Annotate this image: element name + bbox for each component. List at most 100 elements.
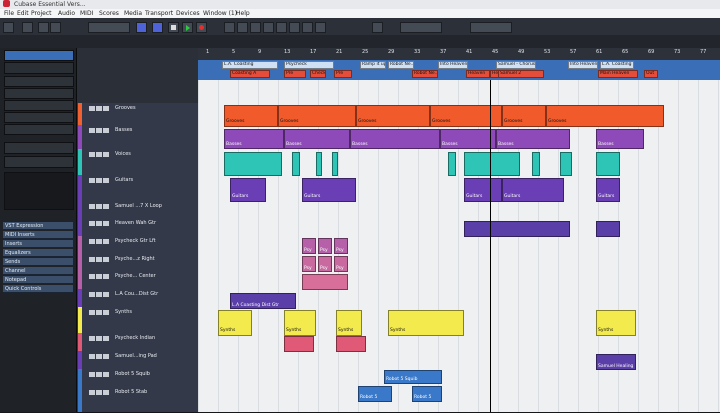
track-samuel-pad[interactable]: Samuel...ing Pad xyxy=(77,351,198,370)
play-button[interactable] xyxy=(182,22,193,33)
menu-window[interactable]: Window (1) xyxy=(203,10,237,17)
track-buttons[interactable] xyxy=(89,354,110,361)
menu-devices[interactable]: Devices xyxy=(176,10,200,17)
audio-part-indian[interactable] xyxy=(284,336,314,352)
audio-part-voices[interactable] xyxy=(448,152,456,176)
audio-part-psycheck[interactable] xyxy=(302,274,348,290)
audio-part-voices[interactable] xyxy=(560,152,572,176)
track-robot-squib[interactable]: Robot 5 Squib xyxy=(77,369,198,388)
audio-part-grooves[interactable]: Grooves xyxy=(278,105,356,127)
section-equalizers[interactable]: Equalizers xyxy=(3,249,73,257)
show-inspector-button[interactable] xyxy=(38,22,49,33)
audio-part-voices[interactable] xyxy=(596,152,620,176)
marker-bottom[interactable]: Main Heaven xyxy=(598,70,638,78)
stop-button[interactable] xyxy=(168,22,179,33)
audio-part-basses[interactable]: Basses xyxy=(224,129,284,149)
midi-part-synths[interactable]: Synths xyxy=(596,310,636,336)
track-buttons[interactable] xyxy=(89,239,110,246)
marker-bottom[interactable]: Samuel 2 xyxy=(498,70,544,78)
track-buttons[interactable] xyxy=(89,372,110,379)
audio-part-voices[interactable] xyxy=(532,152,540,176)
audio-part-grooves[interactable]: Grooves xyxy=(430,105,502,127)
track-buttons[interactable] xyxy=(89,152,110,159)
marker-top[interactable]: Samuel - Chorus xyxy=(496,61,536,69)
menu-project[interactable]: Project xyxy=(31,10,52,17)
audio-part-heaven-wah[interactable] xyxy=(596,221,620,237)
pan-slider[interactable] xyxy=(4,88,74,99)
menu-transport[interactable]: Transport xyxy=(145,10,173,17)
audio-part-basses[interactable]: Basses xyxy=(284,129,350,149)
draw-tool[interactable] xyxy=(315,22,326,33)
menu-help[interactable]: Help xyxy=(236,10,250,17)
midi-part-robot-stab[interactable]: Robot 5 xyxy=(412,386,442,402)
grid-type-select[interactable] xyxy=(400,22,442,33)
marker-top[interactable]: Robot Ne... xyxy=(388,61,414,69)
audio-part-basses[interactable]: Basses xyxy=(496,129,570,149)
track-guitars[interactable]: Guitars xyxy=(77,175,198,202)
audio-part-heaven-wah[interactable] xyxy=(464,221,570,237)
section-midi-inserts[interactable]: MIDI Inserts xyxy=(3,231,73,239)
midi-part-synths[interactable]: Synths xyxy=(218,310,252,336)
split-tool[interactable] xyxy=(250,22,261,33)
audio-part-psycheck[interactable]: Psy xyxy=(318,256,332,272)
record-button[interactable] xyxy=(196,22,207,33)
event-display[interactable]: Grooves Grooves Grooves Grooves Grooves … xyxy=(198,80,720,412)
audio-part-basses[interactable]: Basses xyxy=(596,129,644,149)
audio-part-voices[interactable] xyxy=(464,152,520,176)
audio-part-psycheck[interactable]: Psy xyxy=(334,238,348,254)
quantize-select[interactable] xyxy=(470,22,512,33)
track-heaven-wah[interactable]: Heaven Wah Gtr xyxy=(77,218,198,237)
audio-part-basses[interactable]: Basses xyxy=(350,129,440,149)
audio-part-psycheck[interactable]: Psy xyxy=(302,238,316,254)
activate-project-button[interactable] xyxy=(3,22,14,33)
audio-part-psycheck[interactable]: Psy xyxy=(318,238,332,254)
section-sends[interactable]: Sends xyxy=(3,258,73,266)
track-buttons[interactable] xyxy=(89,178,110,185)
section-vst-expression[interactable]: VST Expression xyxy=(3,222,73,230)
erase-tool[interactable] xyxy=(276,22,287,33)
audio-part-voices[interactable] xyxy=(224,152,282,176)
marker-bottom[interactable]: Coasting A xyxy=(230,70,270,78)
marker-top[interactable]: Into Heaven xyxy=(438,61,468,69)
inspector-track-name[interactable] xyxy=(4,50,74,61)
track-buttons[interactable] xyxy=(89,336,110,343)
track-synths[interactable]: Synths xyxy=(77,307,198,334)
marker-top[interactable]: Ramp it up xyxy=(360,61,386,69)
track-buttons[interactable] xyxy=(89,204,110,211)
track-psycheck-indian[interactable]: Psycheck Indian xyxy=(77,333,198,352)
object-selection-tool[interactable] xyxy=(224,22,235,33)
audio-part-psycheck[interactable]: Psy xyxy=(334,256,348,272)
audio-part-voices[interactable] xyxy=(332,152,338,176)
marker-bottom[interactable]: Out xyxy=(644,70,658,78)
show-info-button[interactable] xyxy=(50,22,61,33)
track-buttons[interactable] xyxy=(89,221,110,228)
track-psycheck-left[interactable]: Psycheck Gtr Lft xyxy=(77,236,198,255)
marker-top[interactable]: Psycheck xyxy=(284,61,334,69)
delay-field[interactable] xyxy=(4,100,74,111)
audio-part-guitars[interactable]: Guitars xyxy=(596,178,620,202)
audio-part-guitars[interactable]: Guitars xyxy=(230,178,266,202)
range-selection-tool[interactable] xyxy=(237,22,248,33)
audio-part-psycheck[interactable]: Psy xyxy=(302,256,316,272)
automation-mode-button[interactable] xyxy=(88,22,130,33)
audio-part-indian[interactable] xyxy=(336,336,366,352)
marker-bottom[interactable]: Heaven xyxy=(466,70,490,78)
marker-bottom[interactable]: Check xyxy=(310,70,326,78)
loop-button[interactable] xyxy=(152,22,163,33)
audio-part-la-dist-gtr[interactable]: L.A Coasting Dist Gtr xyxy=(230,293,296,309)
track-psycheck-right[interactable]: Psyche...z Right xyxy=(77,254,198,272)
zoom-tool[interactable] xyxy=(289,22,300,33)
track-psycheck-center[interactable]: Psyche... Center xyxy=(77,271,198,290)
marker-top[interactable]: L.A. Coasting xyxy=(600,61,634,69)
audio-part-guitars[interactable]: Guitars xyxy=(464,178,502,202)
track-buttons[interactable] xyxy=(89,106,110,113)
audio-part-voices[interactable] xyxy=(292,152,300,176)
track-buttons[interactable] xyxy=(89,274,110,281)
marker-bottom[interactable]: Pre xyxy=(334,70,352,78)
menu-file[interactable]: File xyxy=(4,10,14,17)
audio-part-voices[interactable] xyxy=(316,152,322,176)
section-inserts[interactable]: Inserts xyxy=(3,240,73,248)
track-voices[interactable]: Voices xyxy=(77,149,198,176)
marker-top[interactable]: L.A. Coasting xyxy=(222,61,278,69)
midi-part-robot-stab[interactable]: Robot 5 xyxy=(358,386,392,402)
